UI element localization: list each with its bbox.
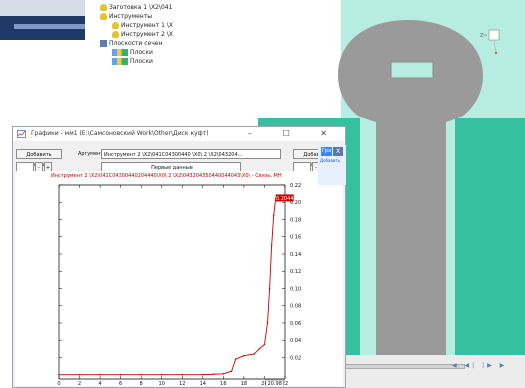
plot-area[interactable]: Инструмент 2 \X2\041C04300440204440\X0\ … [15, 171, 343, 386]
line-chart: 0 2 4 6 8 10 12 14 16 18 20 220.020.040.060.080.100… [57, 183, 301, 386]
data-point [212, 373, 214, 376]
x-tick-label: 16 [220, 381, 226, 386]
y-tick-label: 0.08 [290, 304, 301, 310]
data-point [119, 373, 122, 376]
series-line [59, 198, 277, 376]
data-point [272, 214, 275, 216]
tree-item-label: Плоски [130, 58, 153, 65]
tree-item-label: Инструменты [109, 13, 152, 20]
tree-item-tool-1[interactable]: Инструмент 1 \X [112, 22, 173, 29]
chart-app-icon [17, 130, 26, 138]
horizontal-scrollbar[interactable] [345, 364, 465, 369]
tree-item[interactable]: Заготовка 1 \X2\041 [100, 4, 172, 11]
plane-icon [112, 49, 128, 56]
window-title: Графики - мм1 (E:\Самсоновский Work\Othe… [31, 130, 209, 137]
y-tick-label: 0.04 [290, 338, 301, 344]
window-titlebar[interactable]: Графики - мм1 (E:\Самсоновский Work\Othe… [13, 127, 345, 141]
tree-item-label: Инструмент 1 \X [121, 22, 173, 29]
argument-select[interactable]: Инструмент 2 \X2\041C04300440 \X0\ 2 \X2… [101, 149, 281, 159]
x-tick-label: 12 [179, 381, 185, 386]
x-tick-label: 6 [119, 381, 122, 386]
data-point [253, 353, 255, 355]
playback-controls[interactable]: ◀ ◀| |▶ ▶ [452, 362, 525, 372]
y-tick-label: 0.06 [290, 321, 301, 327]
data-point [99, 373, 101, 376]
tree-item-label: Инструмент 2 \X [121, 31, 173, 38]
tree-item-tool-2[interactable]: Инструмент 2 \X [112, 31, 173, 38]
window-controls[interactable]: – ☐ ✕ [248, 129, 341, 138]
header-light-band [0, 0, 85, 16]
x-tick-label: 0 [57, 381, 60, 386]
y-tick-label: 0.10 [290, 286, 301, 292]
data-point [202, 373, 204, 376]
y-tick-label: 0.02 [290, 355, 301, 361]
tree-item-label: Заготовка 1 \X2\041 [109, 4, 173, 11]
data-point [58, 373, 60, 376]
header-progress-bar [14, 24, 85, 29]
add-graph-button-left[interactable]: Добавить график [16, 149, 62, 168]
tree-item-label: Плоскости сечен [109, 40, 163, 47]
model-tree: Заготовка 1 \X2\041 Инструменты Инструме… [100, 4, 265, 84]
tool-icon [112, 31, 119, 38]
y-tick-label: 0.14 [290, 252, 301, 258]
tool-icon [112, 22, 119, 29]
y-tick-label: 0.22 [290, 183, 301, 189]
tree-item-tools[interactable]: Инструменты [100, 13, 152, 20]
pin-icon [100, 13, 107, 20]
data-point [270, 244, 273, 247]
x-tick-label: 4 [98, 381, 101, 386]
y-tick-label: 0.16 [290, 235, 301, 241]
pin-icon [100, 4, 107, 11]
app-header [0, 0, 85, 40]
data-point [234, 358, 237, 360]
close-icon[interactable]: X [333, 147, 343, 156]
x-tick-label: 14 [200, 381, 206, 386]
data-point [243, 354, 245, 357]
x-tick-label: 18 [241, 381, 247, 386]
plane-icon [112, 58, 128, 65]
data-point [266, 322, 269, 324]
graph-panel-button[interactable]: Гра [321, 147, 332, 156]
x-tick-label: 2 [78, 381, 81, 386]
axis-z-label: Z [480, 33, 484, 39]
data-point [78, 373, 81, 376]
value-badge: 0.2044 [276, 196, 294, 202]
tree-item-plane-2[interactable]: Плоски [112, 58, 153, 65]
graphs-window: Графики - мм1 (E:\Самсоновский Work\Othe… [12, 126, 346, 388]
data-point [140, 373, 142, 376]
folder-icon [100, 40, 107, 47]
marker-x-label: 20.98 [268, 381, 282, 386]
screw-slot [391, 62, 433, 78]
data-point [222, 373, 225, 375]
side-add-link[interactable]: Добавить [320, 158, 340, 163]
data-point [258, 348, 261, 350]
y-tick-label: 0.18 [290, 217, 301, 223]
x-tick-label: 10 [159, 381, 165, 386]
side-panel: Гра X Добавить [318, 145, 346, 185]
data-point [268, 287, 271, 290]
data-point [181, 373, 184, 376]
data-point [263, 343, 266, 346]
data-point [160, 373, 163, 376]
data-point [230, 370, 233, 373]
tree-item-plane-1[interactable]: Плоски [112, 49, 153, 56]
y-tick-label: 0.12 [290, 269, 301, 275]
tree-item-section-planes[interactable]: Плоскости сечен [100, 40, 162, 47]
axis-triad [483, 29, 500, 55]
tree-item-label: Плоски [130, 49, 153, 56]
x-tick-label: 8 [140, 381, 143, 386]
